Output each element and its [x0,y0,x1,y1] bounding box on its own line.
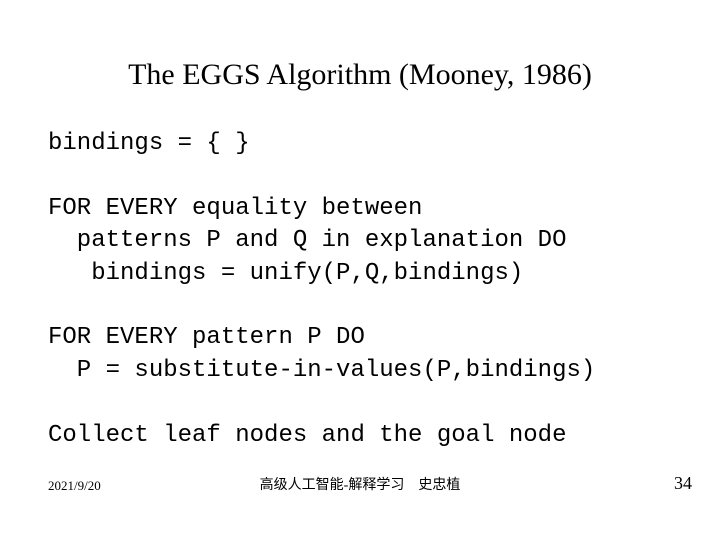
slide-title: The EGGS Algorithm (Mooney, 1986) [48,58,672,92]
code-line: FOR EVERY pattern P DO [48,324,365,351]
footer-center: 高级人工智能-解释学习 史忠植 [48,474,672,494]
code-line: bindings = unify(P,Q,bindings) [48,260,523,287]
code-line: P = substitute-in-values(P,bindings) [48,357,595,384]
footer-page-number: 34 [674,473,692,494]
slide-body: bindings = { } FOR EVERY equality betwee… [48,128,672,452]
slide: The EGGS Algorithm (Mooney, 1986) bindin… [0,0,720,540]
code-line: FOR EVERY equality between [48,195,422,222]
code-line: bindings = { } [48,130,250,157]
code-line: patterns P and Q in explanation DO [48,227,566,254]
code-line: Collect leaf nodes and the goal node [48,422,566,449]
